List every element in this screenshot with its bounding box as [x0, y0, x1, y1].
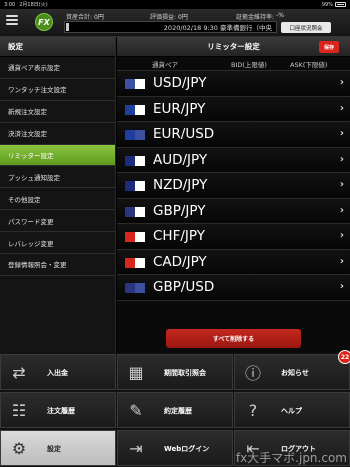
document-icon: ☷: [11, 400, 27, 420]
currency-flag-icon: [125, 104, 145, 115]
chevron-right-icon: ›: [339, 230, 344, 241]
sidebar-item[interactable]: プッシュ通知設定: [0, 166, 115, 189]
pair-name: CHF/JPY: [153, 228, 205, 244]
save-button[interactable]: 保存: [319, 41, 339, 53]
column-bid: BID(上限値): [231, 60, 267, 69]
chevron-right-icon: ›: [339, 77, 344, 88]
bottom-menu-tile[interactable]: ⇄ 入出金: [0, 354, 116, 390]
status-date: 2月18日(火): [19, 2, 48, 8]
column-pair: 通貨ペア: [152, 60, 178, 69]
top-header: FX 資産合計: 0円 評価損益: 0円 証拠金維持率: -% 2020/02/18 …: [0, 9, 350, 37]
watermark: fx大手マボ.jpn.com: [235, 451, 347, 465]
currency-flag-icon: [125, 206, 145, 217]
pair-name: AUD/JPY: [153, 151, 208, 168]
tile-label: 約定履歴: [164, 407, 192, 415]
gear-icon: ⚙: [11, 438, 27, 458]
pair-row[interactable]: NZD/JPY ›: [117, 173, 350, 199]
pair-row[interactable]: EUR/JPY ›: [117, 96, 350, 122]
web-login-icon: ⇥: [129, 438, 143, 458]
sidebar-item[interactable]: 決済注文設定: [0, 123, 115, 145]
chevron-right-icon: ›: [339, 102, 344, 114]
pair-row[interactable]: GBP/USD ›: [117, 275, 350, 301]
settings-sidebar: 設定 通貨ペア表示設定 ワンタッチ注文設定 新規注文設定 決済注文設定 リミッター設定プ…: [0, 37, 116, 353]
currency-flag-icon: [125, 283, 145, 293]
panel-header: リミッター設定 保存: [117, 37, 350, 57]
chevron-right-icon: ›: [339, 255, 344, 267]
pair-row[interactable]: GBP/JPY ›: [117, 198, 350, 224]
sidebar-item[interactable]: 登録情報照会・変更: [0, 254, 115, 276]
bottom-menu-tile[interactable]: ✎ 約定履歴: [117, 392, 233, 428]
sidebar-title: 設定: [0, 37, 115, 57]
chevron-right-icon: ›: [339, 153, 344, 165]
sidebar-item[interactable]: その他設定: [0, 188, 115, 211]
pair-row[interactable]: AUD/JPY ›: [117, 147, 350, 173]
battery-icon: [335, 2, 346, 7]
bottom-menu-tile[interactable]: ☷ 注文履歴: [0, 392, 116, 428]
column-headers: 通貨ペア BID(上限値) ASK(下限値): [117, 57, 350, 71]
tile-label: 注文履歴: [47, 407, 75, 415]
pair-name: CAD/JPY: [153, 253, 207, 270]
tile-label: 期間取引照会: [164, 369, 206, 377]
tile-label: 入出金: [47, 369, 68, 377]
tile-label: Webログイン: [164, 445, 210, 453]
total-assets: 資産合計: 0円: [66, 14, 104, 21]
bottom-menu-tile[interactable]: ? ヘルプ: [234, 392, 350, 428]
sidebar-item[interactable]: 通貨ペア表示設定: [0, 57, 115, 79]
pair-name: EUR/JPY: [153, 100, 206, 117]
currency-flag-icon: [125, 232, 145, 242]
margin-ratio: 証拠金維持率: -%: [236, 12, 284, 21]
pair-row[interactable]: USD/JPY ›: [117, 71, 350, 97]
transfer-icon: ⇄: [12, 362, 26, 382]
currency-flag-icon: [125, 130, 145, 140]
pair-row[interactable]: EUR/USD ›: [117, 122, 350, 148]
pair-name: NZD/JPY: [153, 177, 208, 193]
help-icon: ?: [248, 400, 258, 420]
news-ticker[interactable]: 2020/02/18 9:30 豪準備銀行（中央: [64, 21, 277, 33]
tile-label: 設定: [47, 445, 61, 453]
currency-flag-icon: [125, 155, 145, 166]
calendar-icon: ▦: [128, 362, 144, 382]
chevron-right-icon: ›: [339, 128, 344, 139]
sidebar-item[interactable]: レバレッジ変更: [0, 232, 115, 255]
chevron-right-icon: ›: [339, 204, 344, 216]
delete-all-button[interactable]: すべて削除する: [166, 329, 301, 348]
bottom-menu-tile[interactable]: ▦ 期間取引照会: [117, 354, 233, 390]
pair-row[interactable]: CHF/JPY ›: [117, 224, 350, 250]
account-status-button[interactable]: 口座状況照会: [281, 22, 331, 33]
notification-badge: 22: [338, 350, 350, 364]
contract-icon: ✎: [129, 400, 143, 420]
info-icon: ⓘ: [244, 364, 261, 383]
status-time: 3:00: [4, 1, 16, 8]
sidebar-item[interactable]: パスワード変更: [0, 210, 115, 233]
limiter-panel: リミッター設定 保存 通貨ペア BID(上限値) ASK(下限値) USD/JP…: [117, 37, 350, 353]
currency-flag-icon: [125, 181, 145, 191]
ticker-marker: [66, 23, 69, 31]
sidebar-item[interactable]: リミッター設定: [0, 144, 115, 167]
chevron-right-icon: ›: [339, 179, 344, 190]
pair-name: USD/JPY: [153, 75, 207, 91]
column-ask: ASK(下限値): [290, 60, 328, 69]
panel-title: リミッター設定: [207, 42, 260, 51]
chevron-right-icon: ›: [339, 281, 344, 292]
tile-label: ヘルプ: [281, 407, 302, 415]
fx-logo-icon: FX: [35, 13, 53, 31]
menu-icon[interactable]: [6, 15, 18, 27]
pair-name: GBP/USD: [153, 279, 215, 295]
sidebar-item[interactable]: ワンタッチ注文設定: [0, 79, 115, 101]
pair-name: GBP/JPY: [153, 202, 206, 219]
pair-name: EUR/USD: [153, 126, 215, 142]
sidebar-item[interactable]: 新規注文設定: [0, 101, 115, 123]
unrealized-pl: 評価損益: 0円: [150, 14, 188, 21]
battery-percent: 99%: [321, 1, 333, 8]
tile-label: お知らせ: [281, 369, 309, 377]
bottom-menu-tile[interactable]: ⓘ お知らせ 22: [234, 350, 350, 390]
currency-flag-icon: [125, 79, 145, 89]
bottom-menu-tile[interactable]: ⇥ Webログイン: [117, 430, 233, 466]
pair-row[interactable]: CAD/JPY ›: [117, 249, 350, 275]
bottom-menu-tile[interactable]: ⚙ 設定: [0, 430, 116, 466]
currency-flag-icon: [125, 257, 145, 268]
status-bar: 3:00 2月18日(火) 99%: [0, 0, 350, 9]
